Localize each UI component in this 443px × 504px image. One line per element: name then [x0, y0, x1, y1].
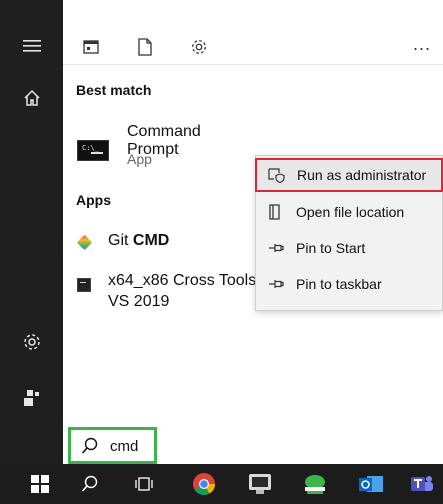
apps-heading: Apps: [76, 192, 111, 208]
outlook-icon: [359, 476, 383, 492]
cloud-app-icon: [305, 475, 325, 494]
shield-run-icon: [257, 167, 297, 183]
app-item-label: x64_x86 Cross Tools VS 2019: [108, 272, 257, 310]
app-item-git-cmd[interactable]: Git CMD: [63, 227, 255, 257]
menu-item-pin-to-start[interactable]: Pin to Start: [256, 232, 442, 264]
window-icon: [83, 40, 99, 54]
pin-icon: [256, 278, 296, 290]
command-prompt-cursor: [91, 152, 103, 154]
file-location-icon: [256, 204, 296, 220]
pin-icon: [256, 242, 296, 254]
hamburger-icon: [22, 40, 41, 52]
home-button[interactable]: [0, 76, 63, 120]
chrome-taskbar-button[interactable]: [180, 464, 228, 504]
best-match-command-prompt[interactable]: C:\_ Command Prompt App: [63, 112, 255, 178]
context-menu: Run as administrator Open file location …: [255, 155, 443, 311]
filter-toolbar: ...: [63, 32, 443, 62]
taskbar: [0, 464, 443, 504]
search-box[interactable]: cmd: [68, 427, 157, 464]
rail-cap: [0, 0, 63, 12]
app-taskbar-button[interactable]: [236, 464, 284, 504]
teams-icon: [411, 476, 433, 491]
windows-logo-icon: [31, 475, 49, 493]
git-icon: [76, 234, 93, 251]
home-icon: [23, 89, 40, 106]
cloud-app-taskbar-button[interactable]: [291, 464, 339, 504]
task-view-button[interactable]: [120, 464, 168, 504]
gear-icon: [192, 40, 206, 54]
teams-taskbar-button[interactable]: [398, 464, 443, 504]
monitor-app-icon: [249, 474, 271, 494]
gear-icon: [23, 334, 40, 350]
taskbar-search-button[interactable]: [66, 464, 114, 504]
best-match-app-type: App: [127, 151, 152, 167]
menu-item-run-as-administrator[interactable]: Run as administrator: [255, 158, 443, 192]
file-filter-button[interactable]: [133, 35, 157, 59]
toolbar-divider: [63, 64, 443, 65]
vs-terminal-icon: [77, 278, 91, 292]
search-icon: [81, 437, 98, 454]
best-match-heading: Best match: [76, 82, 152, 98]
app-item-vs-cross-tools[interactable]: x64_x86 Cross Tools VS 2019: [63, 270, 257, 320]
user-icon: [23, 390, 39, 406]
task-view-icon: [135, 477, 153, 491]
outlook-taskbar-button[interactable]: [347, 464, 395, 504]
document-icon: [138, 38, 152, 56]
documents-filter-button[interactable]: [79, 35, 103, 59]
search-input[interactable]: cmd: [110, 438, 138, 455]
top-strip: [0, 0, 443, 12]
settings-button[interactable]: [0, 320, 63, 364]
start-button[interactable]: [16, 464, 64, 504]
start-rail: [0, 12, 63, 464]
menu-item-pin-to-taskbar[interactable]: Pin to taskbar: [256, 268, 442, 300]
command-prompt-icon-text: C:\_: [82, 144, 99, 152]
more-options-button[interactable]: ...: [407, 32, 437, 62]
search-icon: [81, 475, 98, 492]
search-results-panel: ... Best match C:\_ Command Prompt App A…: [63, 12, 443, 464]
menu-item-open-file-location[interactable]: Open file location: [256, 196, 442, 228]
command-prompt-icon: C:\_: [77, 140, 109, 161]
chrome-icon: [193, 473, 215, 495]
hamburger-menu-button[interactable]: [0, 24, 63, 68]
user-button[interactable]: [0, 376, 63, 420]
app-item-label: Git CMD: [108, 232, 170, 249]
settings-filter-button[interactable]: [187, 35, 211, 59]
